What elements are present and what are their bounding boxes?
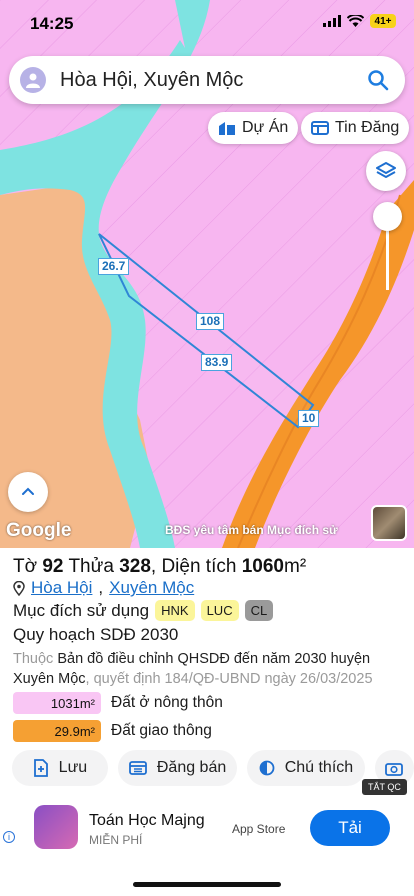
legend-notes-label: Chú thích [284,759,354,776]
google-logo: Google [6,520,72,541]
post-for-sale-button[interactable]: Đăng bán [117,750,238,786]
chevron-up-icon [22,487,34,495]
save-button[interactable]: Lưu [12,750,108,786]
parcel-long-side-label: 108 [196,313,225,330]
battery-icon: 41+ [370,14,396,28]
area-unit: m² [284,556,307,577]
search-icon[interactable] [367,69,389,91]
listing-icon [311,121,329,135]
save-button-label: Lưu [58,759,88,776]
location-pin-icon [13,580,25,596]
source-decision: , quyết định 184/QĐ-UBND ngày 26/03/2025 [85,671,373,687]
listing-button-label: Tin Đăng [335,119,400,136]
layers-button[interactable] [366,151,406,191]
ad-download-button[interactable]: Tải [310,810,390,846]
ad-banner[interactable]: i Toán Học Majng MIỄN PHÍ App Store Tải [0,798,414,868]
home-indicator[interactable] [133,882,281,887]
contrast-icon [259,760,275,776]
map-view[interactable]: 26.7 108 83.9 10 14:25 41+ Hòa Hội, Xuyê… [0,0,414,548]
source-prefix: Thuộc [13,651,54,667]
purpose-label: Mục đích sử dụng [13,600,150,620]
project-button[interactable]: Dự Án [208,112,299,144]
project-button-label: Dự Án [242,119,289,136]
legend-value-residential: 1031m² [13,692,101,714]
comma: , [98,578,104,597]
plan-title: Quy hoạch SDĐ 2030 [13,625,179,644]
add-photo-icon [384,763,403,776]
legend-value-traffic: 29.9m² [13,720,101,742]
parcel-short-side-label: 10 [298,410,320,427]
purpose-row: Mục đích sử dụng HNK LUC CL [13,600,274,621]
lot-label: Thửa [68,556,114,577]
listing-button[interactable]: Tin Đăng [301,112,410,144]
signal-icon [323,15,341,27]
avatar[interactable] [20,67,46,93]
lot-number: 328 [119,556,151,577]
parcel-width-label: 26.7 [98,258,130,275]
search-input[interactable]: Hòa Hội, Xuyên Mộc [60,69,367,92]
tag-cl[interactable]: CL [244,600,274,621]
status-time: 14:25 [30,14,74,33]
post-for-sale-label: Đăng bán [156,759,227,776]
ad-title: Toán Học Majng [89,812,205,829]
legend-label-residential: Đất ở nông thôn [111,694,223,711]
location-row: Hòa Hội, Xuyên Mộc [13,578,194,598]
tag-hnk[interactable]: HNK [155,600,195,621]
search-bar[interactable]: Hòa Hội, Xuyên Mộc [9,56,405,104]
district-link[interactable]: Xuyên Mộc [109,578,194,598]
add-document-icon [33,759,48,777]
ad-info-icon[interactable]: i [3,831,15,843]
layers-icon [376,162,396,178]
street-view-thumbnail[interactable] [371,505,407,541]
sheet-number: 92 [42,556,64,577]
sheet-label: Tờ [13,556,38,577]
opacity-slider-handle[interactable] [373,202,402,231]
parcel-inner-side-label: 83.9 [201,354,233,371]
legend-item-traffic: 29.9m² Đất giao thông [13,720,212,742]
legend-label-traffic: Đất giao thông [111,722,212,739]
status-bar: 14:25 41+ [0,0,414,48]
area-value: 1060 [241,556,284,577]
action-bar: Lưu Đăng bán Chú thích [12,750,414,788]
building-icon [219,122,235,135]
ad-app-icon[interactable] [34,805,78,849]
legend-item-residential: 1031m² Đất ở nông thôn [13,692,223,714]
close-ad-button[interactable]: TẮT QC [362,779,407,795]
map-watermark: BĐS yêu tâm bán Mục đích sử [165,523,338,537]
listing-icon [128,761,147,775]
parcel-summary: Tờ 92 Thửa 328, Diện tích 1060m² [13,556,307,577]
ad-store: App Store [232,822,286,836]
parcel-info-panel: Tờ 92 Thửa 328, Diện tích 1060m² Hòa Hội… [0,548,414,896]
user-icon [26,73,40,88]
status-icons: 41+ [323,14,396,28]
plan-source: Thuộc Bản đồ điều chỉnh QHSDĐ đến năm 20… [13,649,405,689]
tag-luc[interactable]: LUC [200,600,239,621]
wifi-icon [347,15,364,27]
expand-up-button[interactable] [8,472,48,512]
area-label: Diện tích [161,556,237,577]
commune-link[interactable]: Hòa Hội [31,578,92,598]
ad-subtitle: MIỄN PHÍ [89,833,143,847]
legend-notes-button[interactable]: Chú thích [247,750,365,786]
